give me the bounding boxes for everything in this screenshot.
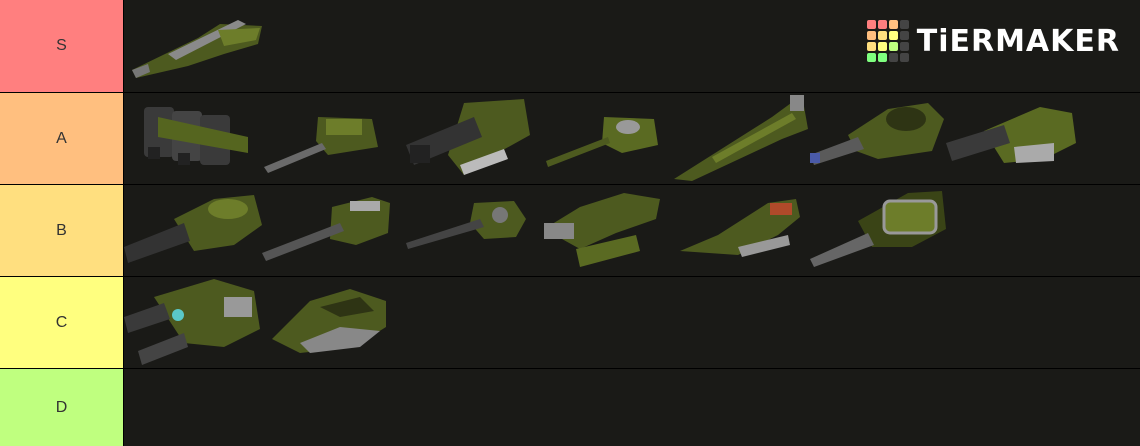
turret-icon[interactable] (260, 193, 396, 263)
turret-icon[interactable] (944, 103, 1078, 171)
tier-board: S TiERMAKER A B C D (0, 0, 1140, 446)
logo-text: TiERMAKER (916, 23, 1120, 59)
tier-items-a[interactable] (124, 93, 1140, 184)
turret-icon[interactable] (404, 95, 534, 177)
tier-items-s[interactable]: TiERMAKER (124, 0, 1140, 92)
tier-label-b[interactable]: B (0, 185, 124, 276)
tier-label-s[interactable]: S (0, 0, 124, 92)
tier-label-a[interactable]: A (0, 93, 124, 184)
turret-icon[interactable] (678, 195, 804, 261)
tier-items-c[interactable] (124, 277, 1140, 368)
tier-row-a: A (0, 93, 1140, 184)
turret-icon[interactable] (544, 111, 664, 171)
tier-row-d: D (0, 369, 1140, 446)
tiermaker-logo: TiERMAKER (866, 20, 1120, 62)
tier-label-c[interactable]: C (0, 277, 124, 368)
tier-label-d[interactable]: D (0, 369, 124, 446)
turret-icon[interactable] (404, 197, 530, 253)
turret-icon[interactable] (128, 10, 264, 80)
turret-icon[interactable] (540, 189, 664, 269)
logo-grid-icon (866, 20, 909, 62)
turret-icon[interactable] (270, 287, 390, 357)
turret-icon[interactable] (672, 93, 812, 183)
turret-icon[interactable] (124, 189, 264, 271)
turret-icon[interactable] (808, 187, 948, 269)
tier-row-b: B (0, 185, 1140, 276)
turret-icon[interactable] (138, 97, 258, 177)
tier-items-b[interactable] (124, 185, 1140, 276)
tier-row-c: C (0, 277, 1140, 368)
turret-icon[interactable] (262, 111, 382, 177)
tier-items-d[interactable] (124, 369, 1140, 446)
turret-icon[interactable] (808, 99, 948, 169)
turret-icon[interactable] (124, 277, 264, 367)
tier-row-s: S TiERMAKER (0, 0, 1140, 92)
